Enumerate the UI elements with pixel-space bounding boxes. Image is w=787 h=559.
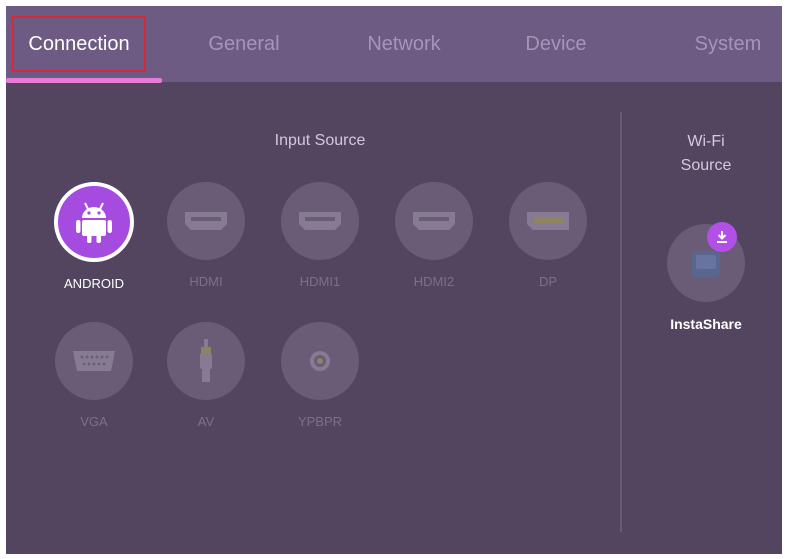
settings-screen: Connection General Network Device System…: [6, 6, 782, 554]
hdmi-icon: [185, 212, 227, 230]
source-label: HDMI: [189, 274, 223, 289]
source-hdmi-button[interactable]: [167, 182, 245, 260]
source-av-button[interactable]: [167, 322, 245, 400]
rca-icon: [310, 351, 330, 371]
tab-label: General: [208, 32, 280, 55]
source-ypbpr[interactable]: YPBPR: [270, 322, 370, 429]
tab-label: System: [694, 32, 762, 55]
tab-label: Device: [525, 32, 587, 55]
vga-icon: [73, 351, 115, 371]
hdmi-icon: [299, 212, 341, 230]
tab-system[interactable]: System: [674, 6, 782, 82]
source-android[interactable]: ANDROID: [44, 182, 144, 291]
source-vga-button[interactable]: [55, 322, 133, 400]
source-label: ANDROID: [64, 276, 124, 291]
tab-bar: Connection General Network Device System: [6, 6, 782, 83]
download-icon: [717, 231, 727, 243]
wifi-source-title-line1: Wi-Fi: [687, 133, 725, 150]
source-ypbpr-button[interactable]: [281, 322, 359, 400]
source-dp[interactable]: DP: [498, 182, 598, 289]
source-hdmi2[interactable]: HDMI2: [384, 182, 484, 289]
source-instashare[interactable]: InstaShare: [656, 222, 756, 332]
tab-general[interactable]: General: [184, 6, 304, 82]
source-vga[interactable]: VGA: [44, 322, 144, 429]
instashare-badge: [707, 222, 737, 252]
android-icon: [76, 202, 112, 243]
av-plug-icon: [200, 339, 212, 382]
source-av[interactable]: AV: [156, 322, 256, 429]
wifi-source-title-line2: Source: [680, 157, 732, 174]
source-label: AV: [197, 414, 215, 429]
source-hdmi1-button[interactable]: [281, 182, 359, 260]
hdmi-icon: [413, 212, 455, 230]
section-divider: [620, 112, 622, 532]
source-hdmi[interactable]: HDMI: [156, 182, 256, 289]
source-android-button[interactable]: [54, 182, 134, 262]
tab-highlight-box: [12, 16, 146, 72]
source-label: InstaShare: [670, 316, 742, 332]
source-label: YPBPR: [297, 414, 343, 429]
source-dp-button[interactable]: [509, 182, 587, 260]
source-hdmi1[interactable]: HDMI1: [270, 182, 370, 289]
displayport-icon: [527, 212, 569, 230]
source-instashare-button[interactable]: [667, 222, 745, 302]
source-label: HDMI1: [299, 274, 341, 289]
source-label: DP: [538, 274, 558, 289]
input-source-title: Input Source: [274, 132, 366, 149]
source-label: HDMI2: [413, 274, 455, 289]
wifi-source-title: Wi-Fi Source: [646, 130, 766, 178]
tab-network[interactable]: Network: [342, 6, 466, 82]
tab-device[interactable]: Device: [500, 6, 612, 82]
source-label: VGA: [80, 414, 108, 429]
source-hdmi2-button[interactable]: [395, 182, 473, 260]
tab-label: Network: [367, 32, 441, 55]
active-tab-indicator: [6, 78, 162, 83]
